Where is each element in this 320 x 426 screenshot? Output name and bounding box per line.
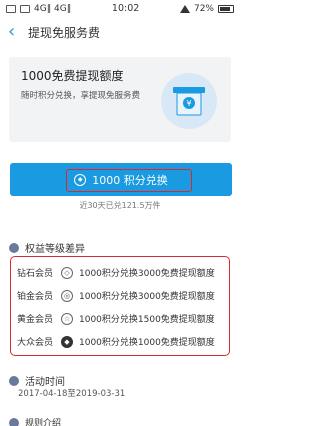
level-row-standard: 大众会员 ◆ 1000积分兑换1000免费提现额度: [17, 330, 223, 353]
clock-icon: [9, 375, 19, 386]
level-name: 钻石会员: [17, 269, 54, 279]
status-bar: 4G‖ 4G‖ 10:02 72%: [0, 0, 240, 17]
level-row-gold: 黄金会员 ☆ 1000积分兑换1500免费提现额度: [17, 307, 223, 330]
rights-title: 权益等级差异: [25, 244, 85, 255]
titlebar: ‹ 提现免服务费: [0, 17, 240, 47]
level-text: 1000积分兑换3000免费提现额度: [79, 292, 215, 302]
level-name: 铂金会员: [17, 292, 54, 302]
level-text: 1000积分兑换1000免费提现额度: [79, 338, 215, 348]
page-title: 提现免服务费: [28, 25, 101, 40]
level-row-diamond: 钻石会员 ◇ 1000积分兑换3000免费提现额度: [17, 261, 223, 284]
level-text: 1000积分兑换3000免费提现额度: [79, 269, 215, 279]
activity-title: 活动时间: [25, 377, 65, 388]
rules-icon: [9, 417, 19, 426]
rules-title: 规则介绍: [25, 419, 62, 426]
atm-withdraw-icon-svg: ¥: [173, 87, 205, 116]
exchange-stats: 近30天已兑121.5万件: [79, 201, 161, 210]
rules-section-title: 规则介绍: [9, 416, 61, 426]
card-desc: 随时积分兑换，享提现免服务费: [21, 91, 141, 101]
level-name: 黄金会员: [17, 315, 54, 325]
status-time: 10:02: [111, 3, 140, 14]
battery-percent: 72%: [193, 3, 214, 14]
activity-range: 2017-04-18至2019-03-31: [18, 389, 126, 399]
activity-section-title: 活动时间: [9, 373, 65, 388]
diamond-icon: ◇: [61, 266, 73, 279]
levels-box: 钻石会员 ◇ 1000积分兑换3000免费提现额度 铂金会员 ◎ 1000积分兑…: [10, 256, 230, 356]
signal-icon: [179, 4, 190, 13]
rights-icon: [9, 242, 19, 253]
notification-icon: [6, 4, 16, 13]
highlight-frame: [66, 169, 192, 192]
promo-card: 1000免费提现额度 随时积分兑换，享提现免服务费 ¥: [9, 57, 231, 142]
battery-icon: [217, 4, 234, 13]
svg-text:¥: ¥: [186, 99, 191, 108]
platinum-icon: ◎: [61, 289, 73, 302]
atm-withdraw-icon: ¥: [161, 73, 217, 129]
rights-section-title: 权益等级差异: [9, 240, 85, 255]
level-row-platinum: 铂金会员 ◎ 1000积分兑换3000免费提现额度: [17, 284, 223, 307]
level-text: 1000积分兑换1500免费提现额度: [79, 315, 215, 325]
status-network: 4G‖ 4G‖: [34, 3, 72, 14]
standard-icon: ◆: [61, 335, 73, 348]
notification-icon: [20, 4, 30, 13]
card-title: 1000免费提现额度: [21, 69, 124, 83]
level-name: 大众会员: [17, 338, 54, 348]
gold-icon: ☆: [61, 312, 73, 325]
chevron-left-icon[interactable]: ‹: [8, 23, 24, 41]
